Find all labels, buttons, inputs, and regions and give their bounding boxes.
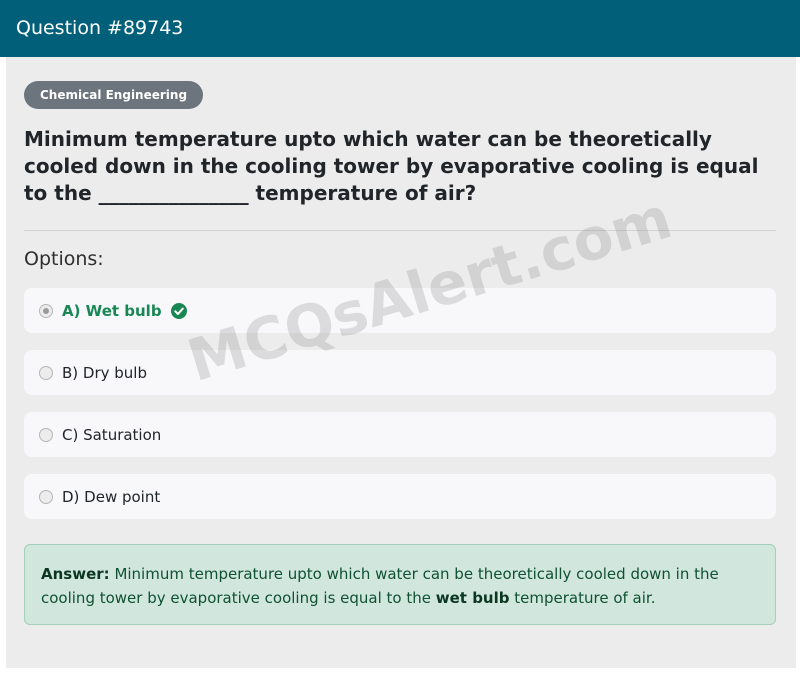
option-c[interactable]: C) Saturation	[24, 412, 776, 457]
option-label: B) Dry bulb	[62, 363, 147, 382]
option-d[interactable]: D) Dew point	[24, 474, 776, 519]
radio-button[interactable]	[39, 303, 53, 318]
option-b[interactable]: B) Dry bulb	[24, 350, 776, 395]
category-badge[interactable]: Chemical Engineering	[24, 81, 204, 109]
check-circle-icon	[170, 302, 187, 319]
radio-button[interactable]	[39, 489, 53, 504]
question-number: Question #89743	[16, 17, 184, 39]
option-a[interactable]: A) Wet bulb	[24, 288, 776, 333]
option-label: A) Wet bulb	[62, 301, 162, 320]
options-label: Options:	[24, 248, 104, 270]
option-label: C) Saturation	[62, 425, 162, 444]
radio-button[interactable]	[39, 427, 53, 442]
answer-prefix: Answer:	[41, 565, 110, 583]
radio-button[interactable]	[39, 365, 53, 380]
divider	[24, 230, 776, 231]
question-header: Question #89743	[0, 0, 800, 57]
question-text: Minimum temperature upto which water can…	[24, 127, 759, 205]
answer-text-after: temperature of air.	[514, 589, 656, 607]
answer-highlight: wet bulb	[435, 589, 510, 607]
answer-box: Answer: Minimum temperature upto which w…	[24, 544, 776, 625]
option-label: D) Dew point	[62, 487, 161, 506]
